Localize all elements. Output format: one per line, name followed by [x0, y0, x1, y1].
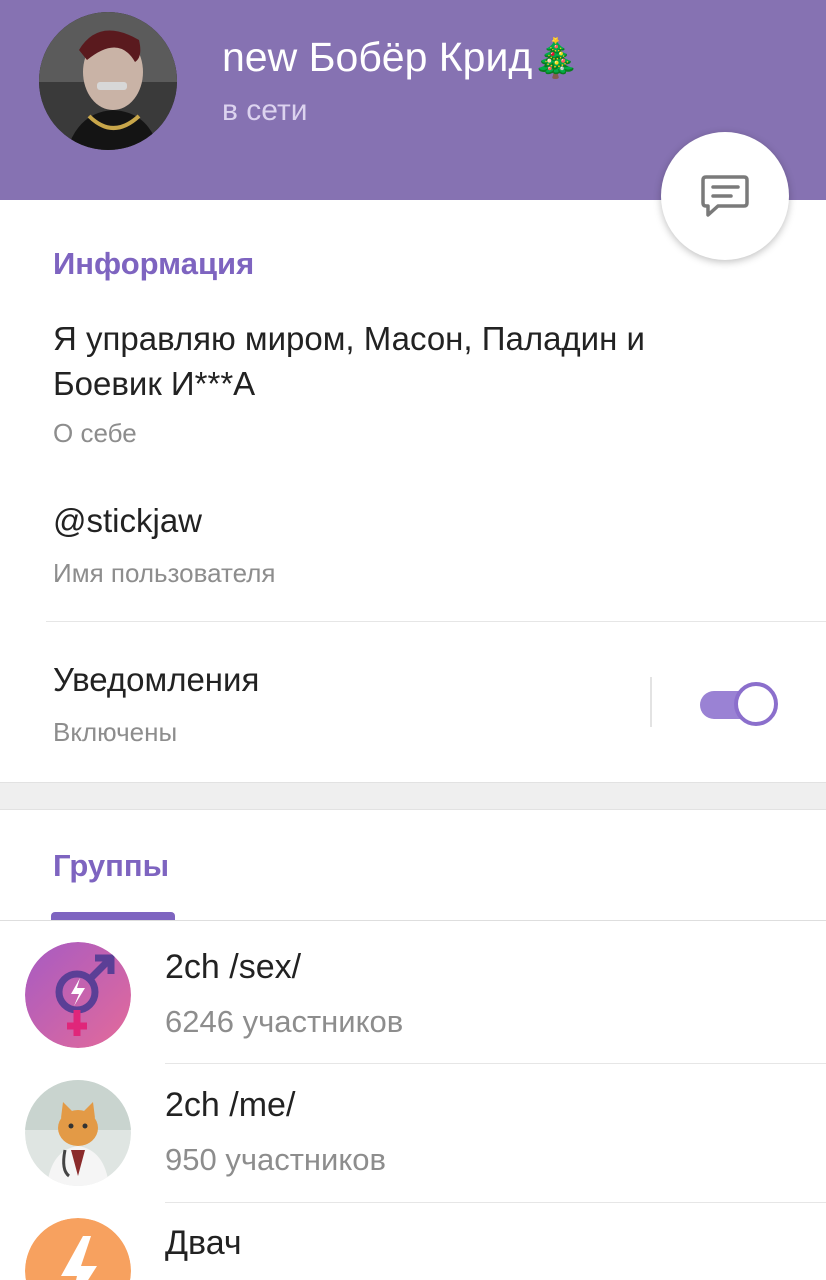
group-name: 2ch /me/ [165, 1086, 296, 1124]
cat-doctor-icon [25, 1080, 131, 1186]
group-item[interactable]: 2ch /sex/ 6246 участников [0, 920, 826, 1058]
bio-text[interactable]: Я управляю миром, Масон, Паладин и Боеви… [53, 316, 753, 406]
profile-name: new Бобёр Крид🎄 [222, 34, 580, 81]
lightning-icon [25, 1218, 131, 1280]
info-section-title: Информация [53, 246, 255, 281]
tab-groups[interactable]: Группы [53, 848, 169, 884]
group-avatar [25, 1218, 131, 1280]
notifications-status: Включены [53, 717, 178, 747]
tab-active-indicator [51, 912, 175, 920]
group-avatar [25, 1080, 131, 1186]
toggle-separator [650, 677, 652, 727]
username-text[interactable]: @stickjaw [53, 498, 202, 543]
gender-symbol-icon [25, 942, 131, 1048]
group-item[interactable]: 2ch /me/ 950 участников [0, 1058, 826, 1196]
group-members: 950 участников [165, 1142, 386, 1177]
christmas-tree-icon: 🎄 [532, 38, 580, 80]
profile-avatar[interactable] [39, 12, 177, 150]
group-name: 2ch /sex/ [165, 948, 302, 986]
online-status: в сети [222, 94, 308, 127]
notifications-toggle[interactable] [700, 682, 778, 726]
section-separator [0, 782, 826, 810]
toggle-knob [734, 682, 778, 726]
group-name: Двач [165, 1224, 242, 1262]
profile-photo-image [39, 12, 177, 150]
notifications-label: Уведомления [53, 661, 260, 698]
group-avatar [25, 942, 131, 1048]
group-item[interactable]: Двач [0, 1196, 826, 1280]
send-message-button[interactable] [661, 132, 789, 260]
info-divider [46, 621, 826, 622]
profile-name-text: new Бобёр Крид [222, 34, 533, 80]
message-icon [701, 175, 749, 217]
group-members: 6246 участников [165, 1004, 404, 1039]
username-label: Имя пользователя [53, 558, 276, 588]
bio-label: О себе [53, 418, 137, 448]
